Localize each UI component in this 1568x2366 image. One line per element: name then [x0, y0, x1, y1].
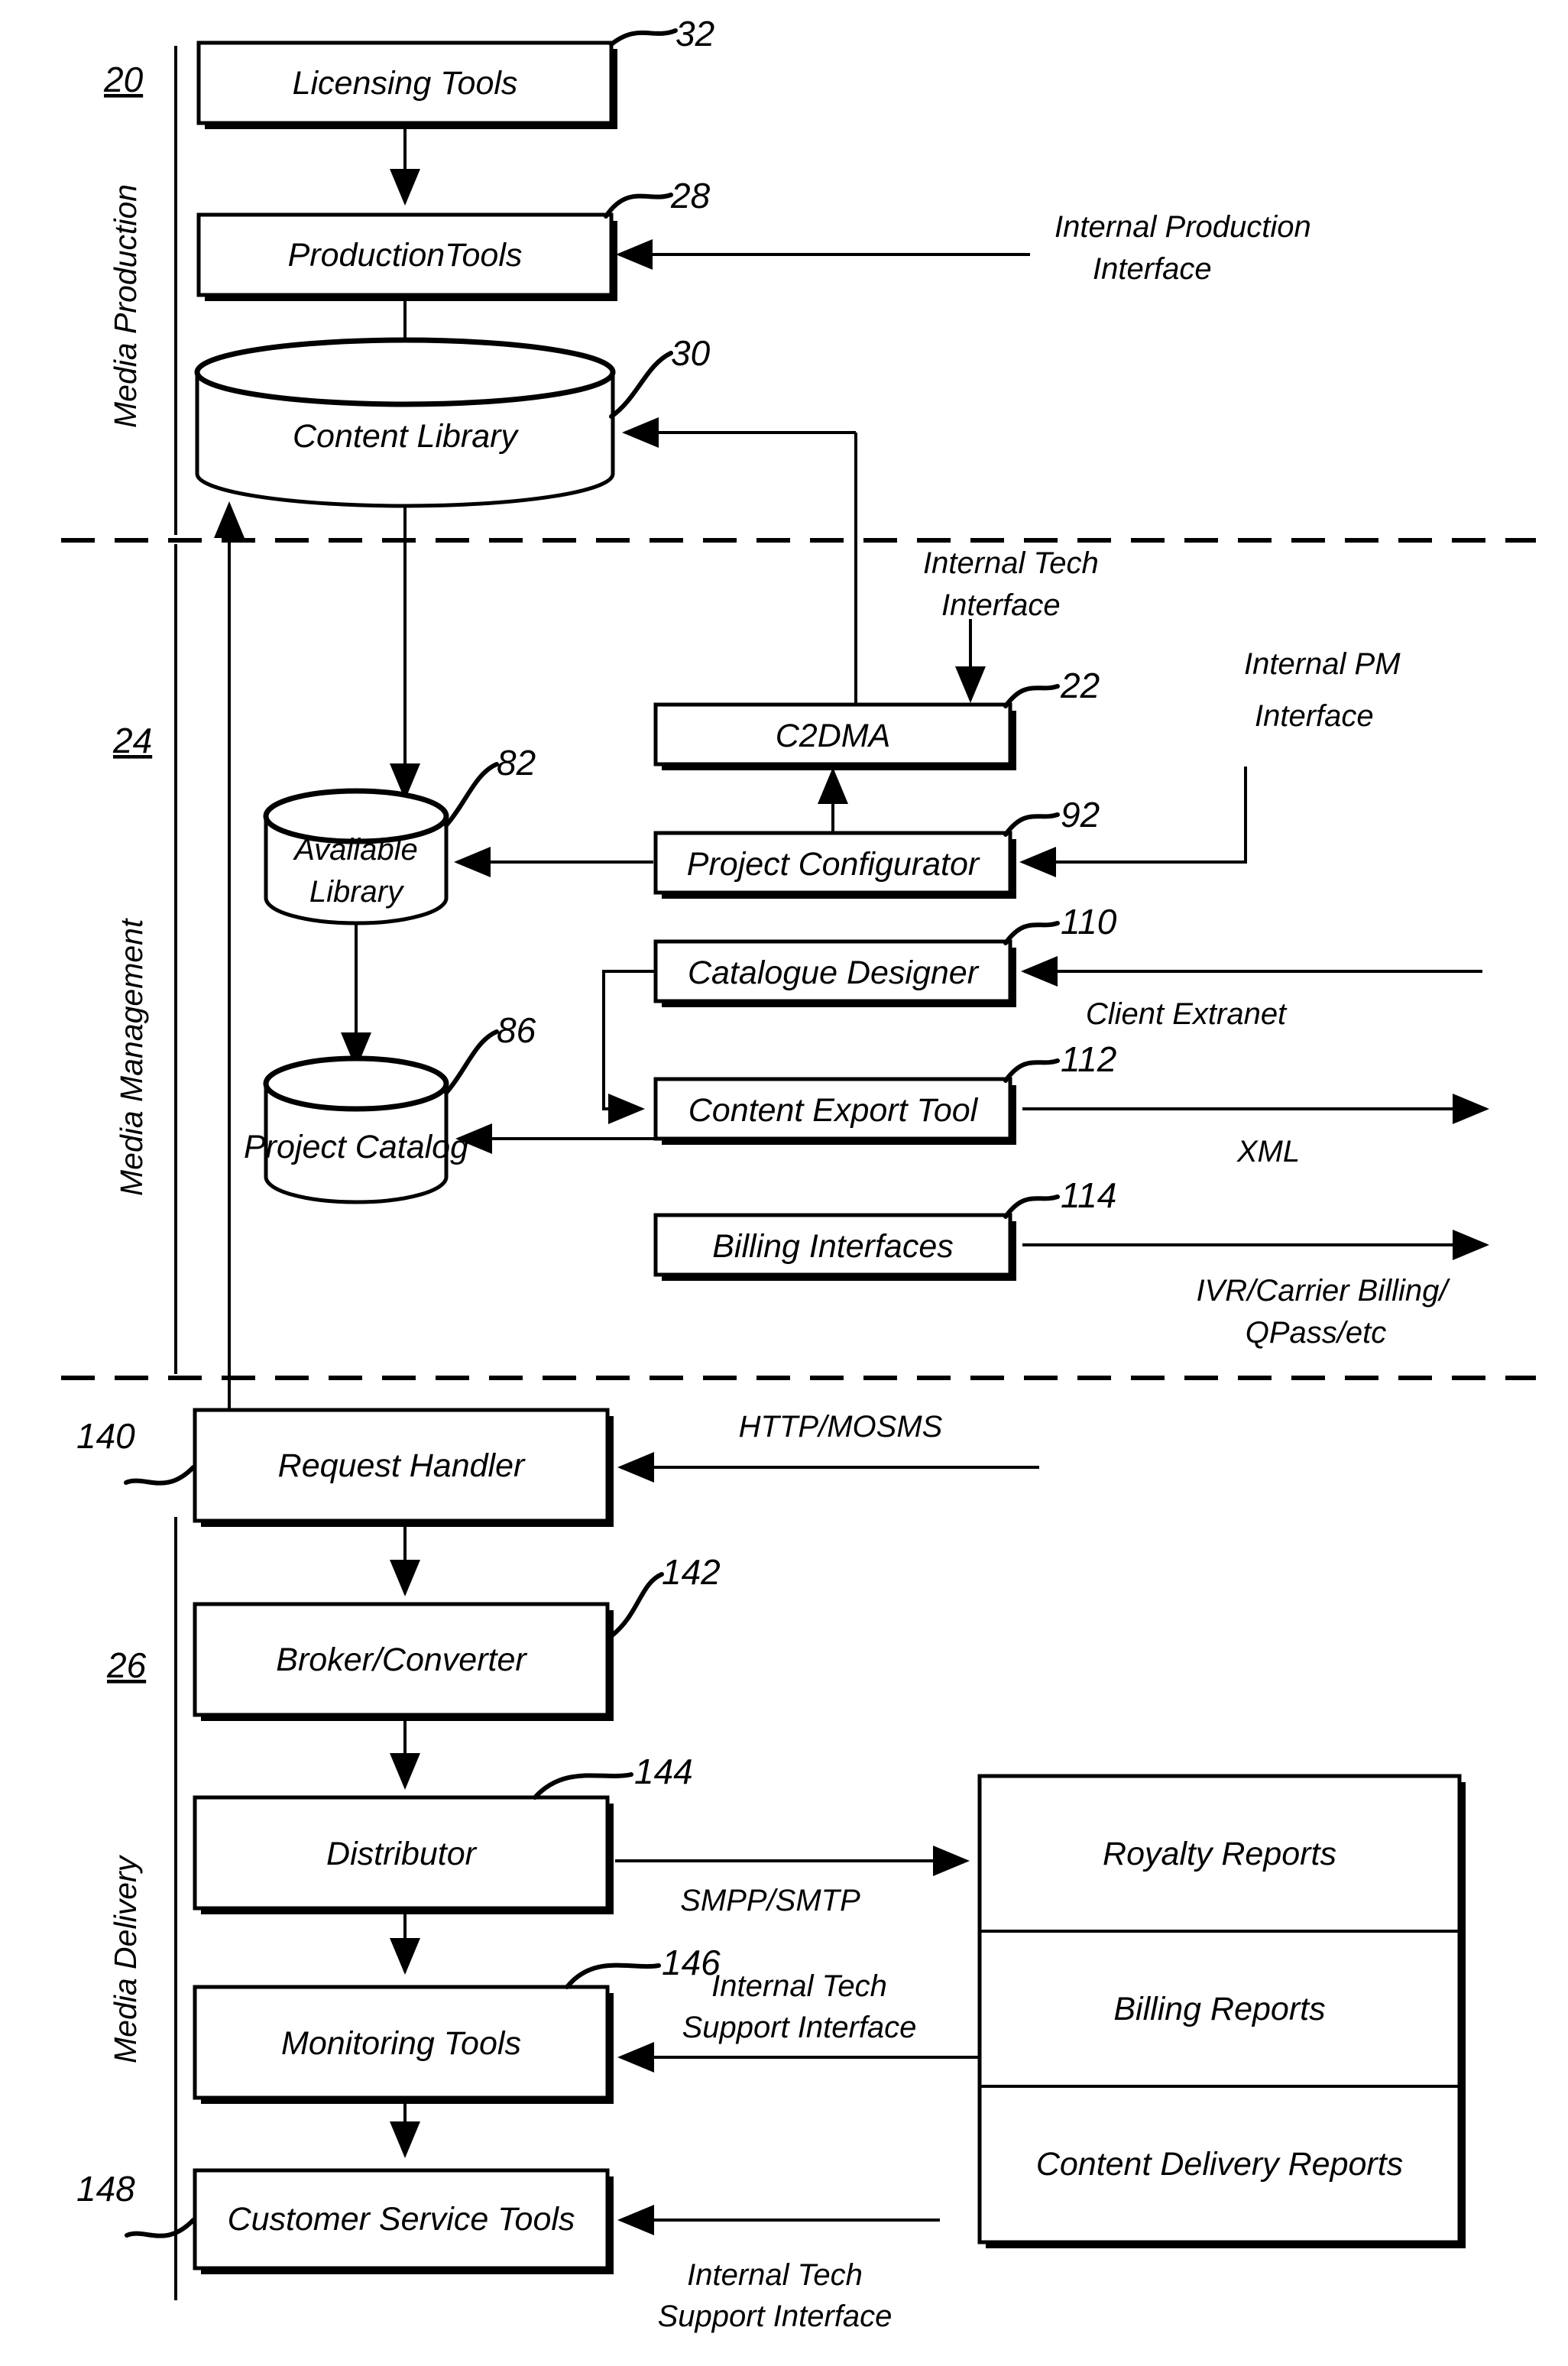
- label-internal-pm-interface-line2: Interface: [1255, 699, 1374, 733]
- section-ref-24: 24: [112, 721, 152, 760]
- leader-148: [125, 2218, 196, 2238]
- label-internal-production-interface-line2: Interface: [1093, 252, 1212, 286]
- label-tech-support-2-line1: Internal Tech: [687, 2258, 863, 2292]
- ref-numeral-28: 28: [670, 176, 711, 216]
- ref-numeral-114: 114: [1061, 1175, 1116, 1215]
- label-internal-tech-interface-line2: Interface: [941, 588, 1061, 622]
- available-library-label-2: Library: [309, 875, 405, 909]
- leader-110: [1003, 921, 1060, 945]
- leader-144: [533, 1772, 633, 1800]
- patent-figure-page: 20 24 26 Media Production Media Manageme…: [0, 0, 1568, 2366]
- ref-numeral-144: 144: [634, 1752, 693, 1791]
- c2dma-label: C2DMA: [776, 718, 891, 754]
- section-ref-26: 26: [106, 1645, 147, 1685]
- section-ref-20: 20: [103, 60, 144, 99]
- distributor-label: Distributor: [326, 1836, 478, 1872]
- content-export-tool-label: Content Export Tool: [688, 1092, 979, 1129]
- ref-numeral-30: 30: [671, 333, 711, 373]
- monitoring-tools-label: Monitoring Tools: [281, 2025, 521, 2062]
- leader-112: [1003, 1058, 1060, 1083]
- leader-146: [565, 1962, 661, 1989]
- ref-numeral-112: 112: [1061, 1039, 1116, 1079]
- ref-numeral-142: 142: [662, 1552, 721, 1592]
- ref-numeral-32: 32: [675, 14, 714, 53]
- catalogue-designer-label: Catalogue Designer: [688, 955, 980, 991]
- label-internal-production-interface-line1: Internal Production: [1055, 210, 1311, 244]
- label-tech-support-2-line2: Support Interface: [658, 2300, 893, 2333]
- label-http-mosms: HTTP/MOSMS: [739, 1410, 943, 1444]
- content-library-top: [194, 337, 616, 407]
- leader-114: [1003, 1194, 1060, 1219]
- report-row-royalty: Royalty Reports: [1103, 1836, 1336, 1872]
- report-row-content-delivery: Content Delivery Reports: [1036, 2146, 1403, 2183]
- label-ivr-billing-line2: QPass/etc: [1246, 1316, 1387, 1350]
- ref-numeral-82: 82: [497, 743, 536, 783]
- request-handler-label: Request Handler: [278, 1447, 526, 1484]
- section-label-media-production: Media Production: [108, 184, 143, 428]
- leader-22: [1003, 684, 1060, 708]
- leader-92: [1003, 812, 1060, 837]
- ref-numeral-148: 148: [76, 2169, 135, 2209]
- section-label-media-management: Media Management: [114, 918, 149, 1196]
- licensing-tools-label: Licensing Tools: [293, 65, 518, 102]
- production-tools-label: ProductionTools: [288, 237, 523, 274]
- label-internal-pm-interface-line1: Internal PM: [1244, 647, 1401, 681]
- customer-service-tools-label: Customer Service Tools: [228, 2201, 575, 2238]
- diagram-canvas: 20 24 26 Media Production Media Manageme…: [61, 14, 1536, 2333]
- ref-numeral-140: 140: [76, 1416, 135, 1456]
- label-tech-support-1-line2: Support Interface: [682, 2011, 917, 2044]
- label-tech-support-1-line1: Internal Tech: [711, 1969, 887, 2003]
- leader-86: [444, 1029, 499, 1095]
- ref-numeral-92: 92: [1061, 795, 1100, 835]
- label-ivr-billing-line1: IVR/Carrier Billing/: [1197, 1274, 1451, 1308]
- label-smpp-smtp: SMPP/SMTP: [680, 1884, 860, 1917]
- leader-30: [609, 351, 673, 419]
- leader-140: [124, 1465, 196, 1486]
- label-xml: XML: [1236, 1135, 1300, 1168]
- ref-numeral-86: 86: [497, 1010, 536, 1050]
- leader-32: [609, 28, 678, 47]
- label-internal-tech-interface-line1: Internal Tech: [923, 546, 1099, 580]
- section-label-media-delivery: Media Delivery: [108, 1854, 143, 2063]
- ref-numeral-22: 22: [1060, 666, 1100, 705]
- leader-28: [604, 193, 673, 219]
- project-configurator-label: Project Configurator: [687, 846, 980, 883]
- content-library-label: Content Library: [293, 418, 519, 455]
- leader-142: [610, 1572, 664, 1638]
- project-catalog-top: [263, 1055, 449, 1112]
- label-client-extranet: Client Extranet: [1086, 997, 1288, 1031]
- report-row-billing: Billing Reports: [1113, 1991, 1325, 2027]
- leader-82: [444, 762, 499, 828]
- billing-interfaces-label: Billing Interfaces: [712, 1228, 954, 1265]
- project-catalog-label: Project Catalog: [244, 1129, 468, 1165]
- arrow-catalogue-to-export-tool: [602, 970, 654, 1124]
- broker-converter-label: Broker/Converter: [276, 1642, 527, 1678]
- available-library-label-1: Available: [293, 833, 418, 867]
- ref-numeral-110: 110: [1061, 902, 1117, 942]
